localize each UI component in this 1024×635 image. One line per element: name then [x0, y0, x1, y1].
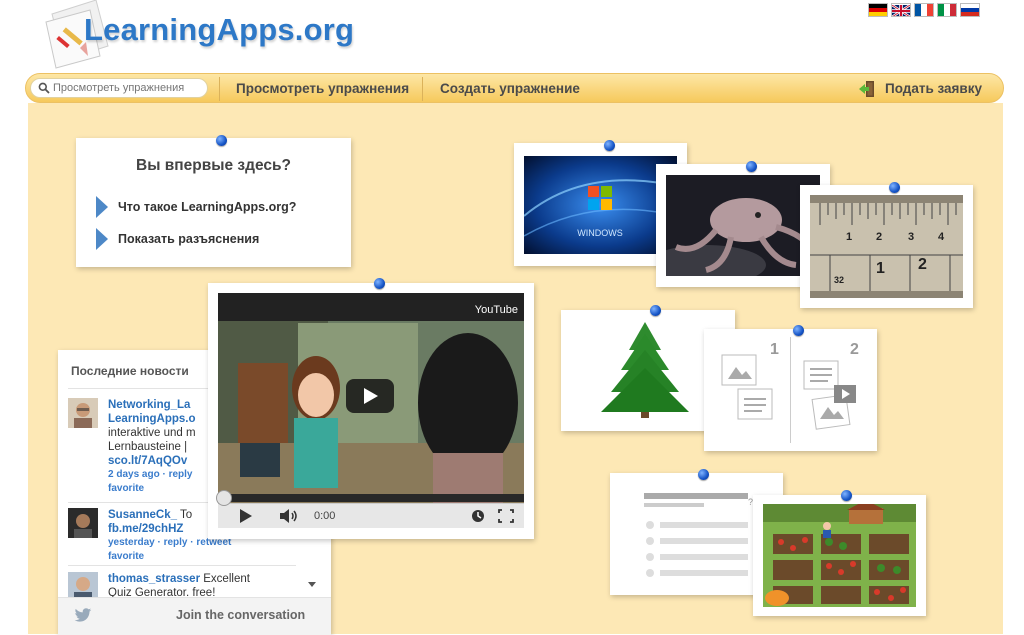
- tree-image: [601, 322, 689, 418]
- pushpin-icon: [604, 140, 615, 151]
- ruler-number: 32: [834, 275, 844, 285]
- tweet-user[interactable]: SusanneCk_: [108, 509, 177, 521]
- play-button[interactable]: [240, 509, 252, 523]
- avatar[interactable]: [68, 508, 98, 538]
- avatar[interactable]: [68, 398, 98, 428]
- tweet-user[interactable]: thomas_strasser: [108, 573, 200, 585]
- pushpin-icon: [698, 469, 709, 480]
- volume-icon[interactable]: [278, 508, 300, 524]
- pushpin-icon: [650, 305, 661, 316]
- quiz-image: ?: [644, 493, 753, 577]
- windows-image: WINDOWS: [524, 156, 677, 254]
- pinboard: Вы впервые здесь? Что такое LearningApps…: [28, 103, 1003, 635]
- video-time: 0:00: [314, 510, 336, 522]
- twitter-bird-icon: [74, 608, 92, 622]
- search-icon: [38, 82, 50, 94]
- youtube-logo[interactable]: YouTube: [475, 304, 518, 316]
- door-icon: [859, 81, 874, 97]
- pushpin-icon: [793, 325, 804, 336]
- welcome-title: Вы впервые здесь?: [136, 157, 291, 174]
- join-conversation-link[interactable]: Join the conversation: [176, 608, 305, 622]
- news-heading: Последние новости: [71, 364, 189, 378]
- language-selector: [868, 3, 980, 17]
- what-is-link[interactable]: Что такое LearningApps.org?: [96, 196, 296, 218]
- tweet-text: To: [180, 509, 193, 521]
- video-controls: 0:00: [216, 490, 524, 528]
- ruler-number: 1: [876, 260, 885, 277]
- farm-game-image: [763, 504, 916, 607]
- show-tutorial-link-label: Показать разъяснения: [118, 232, 260, 246]
- arrow-right-icon: [96, 228, 108, 250]
- ruler-number: 2: [876, 231, 882, 243]
- create-app-link[interactable]: Создать упражнение: [440, 81, 580, 96]
- tweet-favorite[interactable]: favorite: [108, 550, 288, 564]
- app-thumbnail-ruler[interactable]: 1 2 3 4 1 2 32: [800, 185, 973, 308]
- apply-link[interactable]: Подать заявку: [885, 81, 982, 96]
- pushpin-icon: [374, 278, 385, 289]
- windows-caption: WINDOWS: [577, 228, 623, 238]
- progress-bar[interactable]: [218, 494, 524, 502]
- arrow-right-icon: [96, 196, 108, 218]
- welcome-card: Вы впервые здесь? Что такое LearningApps…: [76, 138, 351, 267]
- divider: [68, 565, 296, 566]
- flag-italy-icon[interactable]: [937, 3, 957, 17]
- watch-later-icon[interactable]: [471, 509, 485, 523]
- pushpin-icon: [746, 161, 757, 172]
- tweet-text: Excellent: [203, 573, 250, 585]
- nav-divider: [422, 77, 423, 101]
- flag-uk-icon[interactable]: [891, 3, 911, 17]
- search-input[interactable]: [53, 80, 203, 96]
- flag-france-icon[interactable]: [914, 3, 934, 17]
- fullscreen-icon[interactable]: [498, 509, 514, 523]
- browse-apps-link[interactable]: Просмотреть упражнения: [236, 81, 409, 96]
- app-thumbnail-matching[interactable]: 1 2: [704, 329, 877, 451]
- nav-divider: [219, 77, 220, 101]
- ruler-image: 1 2 3 4 1 2 32: [810, 195, 963, 298]
- site-logo[interactable]: LearningApps.org: [84, 12, 354, 48]
- play-icon: [364, 388, 378, 404]
- pushpin-icon: [216, 135, 227, 146]
- flag-germany-icon[interactable]: [868, 3, 888, 17]
- scroll-down-icon[interactable]: [308, 582, 316, 587]
- play-overlay-button[interactable]: [346, 379, 394, 413]
- video-screen[interactable]: YouTube: [218, 293, 524, 503]
- pushpin-icon: [889, 182, 900, 193]
- what-is-link-label: Что такое LearningApps.org?: [118, 200, 297, 214]
- main-navigation: Просмотреть упражнения Создать упражнени…: [25, 73, 1004, 103]
- scrubber-handle[interactable]: [216, 490, 232, 506]
- ruler-number: 4: [938, 231, 945, 243]
- matching-image: [721, 354, 856, 430]
- ruler-number: 1: [846, 231, 852, 243]
- ruler-number: 2: [918, 256, 927, 273]
- flag-russia-icon[interactable]: [960, 3, 980, 17]
- app-thumbnail-farm[interactable]: [753, 495, 926, 616]
- video-player-card: YouTube 0:00: [208, 283, 534, 539]
- pushpin-icon: [841, 490, 852, 501]
- search-box: [30, 78, 208, 98]
- octopus-image: [666, 175, 820, 276]
- ruler-number: 3: [908, 231, 914, 243]
- show-tutorial-link[interactable]: Показать разъяснения: [96, 228, 259, 250]
